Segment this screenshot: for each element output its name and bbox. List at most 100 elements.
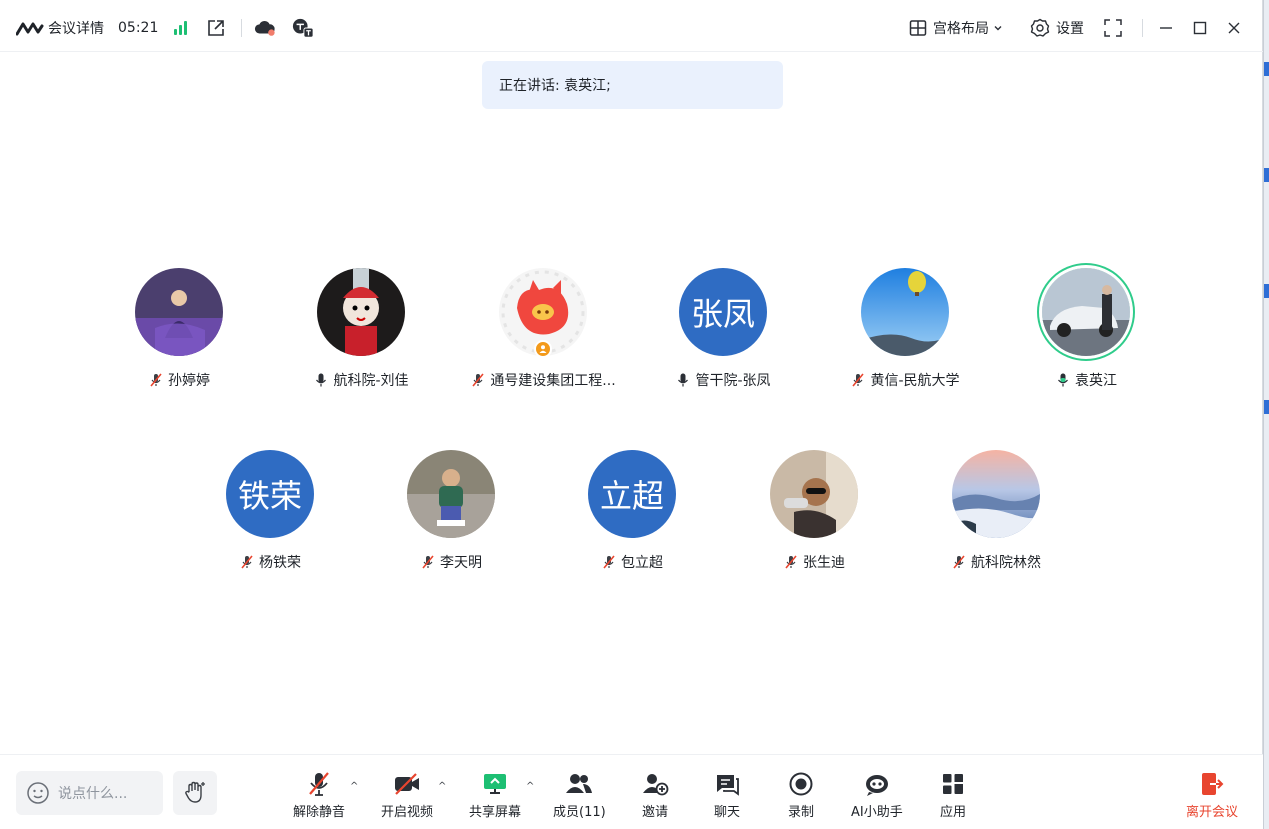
- mic-muted-icon: [603, 555, 615, 569]
- ai-assistant-icon: [865, 775, 888, 796]
- translate-icon[interactable]: [292, 17, 314, 39]
- start-video-button[interactable]: 开启视频: [381, 771, 433, 821]
- participant-tile[interactable]: 张生迪: [724, 450, 904, 590]
- apps-button[interactable]: 应用: [940, 771, 966, 821]
- participant-tile[interactable]: 孙婷婷: [89, 268, 269, 408]
- mic-muted-icon: [422, 555, 434, 569]
- ai-assistant-button[interactable]: AI小助手: [851, 771, 903, 821]
- participant-name: 黄信-民航大学: [870, 373, 960, 389]
- invite-icon: [643, 774, 669, 796]
- control-bar: 说点什么... 解除静音 ^ 开启视频 ^ 共享屏幕 ^ 成员(11) 邀请 聊…: [0, 754, 1263, 829]
- participant-tile[interactable]: 李天明: [361, 450, 541, 590]
- unmute-button[interactable]: 解除静音: [293, 771, 345, 821]
- invite-label: 邀请: [641, 805, 668, 820]
- avatar: [135, 268, 223, 356]
- participant-name: 管干院-张凤: [695, 373, 771, 389]
- host-badge-icon: [534, 340, 552, 358]
- chat-label: 聊天: [714, 805, 741, 820]
- share-screen-button[interactable]: 共享屏幕: [469, 771, 521, 821]
- active-speaker-banner: 正在讲话: 袁英江;: [482, 61, 783, 109]
- minimize-icon[interactable]: [1155, 17, 1177, 39]
- participant-name: 李天明: [440, 555, 482, 571]
- participant-label: 黄信-民航大学: [815, 370, 995, 390]
- avatar: [770, 450, 858, 538]
- unmute-label: 解除静音: [293, 805, 346, 820]
- meeting-timer: 05:21: [118, 20, 159, 36]
- participant-name: 杨铁荣: [259, 555, 301, 571]
- avatar: [1042, 268, 1130, 356]
- apps-grid-icon: [943, 774, 963, 794]
- meeting-details-button[interactable]: 会议详情: [48, 18, 104, 38]
- participant-tile[interactable]: 立超 包立超: [542, 450, 722, 590]
- participant-label: 航科院林然: [906, 552, 1086, 572]
- title-bar-left: 会议详情 05:21: [16, 16, 314, 40]
- avatar: [861, 268, 949, 356]
- invite-button[interactable]: 邀请: [641, 771, 669, 821]
- chevron-down-icon: [994, 26, 1002, 31]
- participant-tile[interactable]: 航科院-刘佳: [271, 268, 451, 408]
- popout-icon[interactable]: [205, 17, 227, 39]
- active-speaker-text: 正在讲话: 袁英江;: [499, 78, 611, 94]
- settings-label: 设置: [1056, 21, 1084, 37]
- divider: [241, 19, 243, 37]
- avatar: [407, 450, 495, 538]
- divider: [1142, 19, 1143, 37]
- participant-name: 通号建设集团工程...: [490, 373, 616, 389]
- participant-tile[interactable]: 通号建设集团工程...: [453, 268, 633, 408]
- start-video-label: 开启视频: [381, 805, 434, 820]
- record-button[interactable]: 录制: [788, 771, 814, 821]
- ai-assistant-label: AI小助手: [851, 805, 903, 820]
- mic-muted-icon: [472, 373, 484, 387]
- chat-button[interactable]: 聊天: [714, 771, 740, 821]
- mic-speaking-icon: [1058, 373, 1068, 387]
- participant-tile[interactable]: 黄信-民航大学: [815, 268, 995, 408]
- maximize-icon[interactable]: [1189, 17, 1211, 39]
- participant-label: 杨铁荣: [180, 552, 360, 572]
- share-options-caret-icon[interactable]: ^: [526, 781, 534, 792]
- avatar: 铁荣: [226, 450, 314, 538]
- participant-name: 包立超: [621, 555, 663, 571]
- mic-muted-icon: [241, 555, 253, 569]
- participant-tile[interactable]: 张凤 管干院-张凤: [633, 268, 813, 408]
- fullscreen-icon[interactable]: [1102, 17, 1124, 39]
- leave-meeting-button[interactable]: 离开会议: [1186, 771, 1238, 821]
- title-bar: 会议详情 05:21 宫格布局 设置: [0, 0, 1263, 52]
- leave-icon: [1202, 773, 1224, 795]
- members-button[interactable]: 成员(11): [553, 771, 606, 821]
- mic-muted-icon: [852, 373, 865, 387]
- title-bar-right: 宫格布局 设置: [909, 14, 1245, 42]
- raise-hand-button[interactable]: [173, 771, 217, 815]
- emoji-icon[interactable]: [26, 781, 50, 805]
- avatar: [952, 450, 1040, 538]
- settings-button[interactable]: 设置: [1030, 18, 1084, 38]
- mic-muted-icon: [309, 772, 329, 796]
- participant-name: 航科院林然: [971, 555, 1041, 571]
- participant-name: 航科院-刘佳: [333, 373, 409, 389]
- record-label: 录制: [788, 805, 815, 820]
- chat-icon: [717, 775, 739, 796]
- participant-tile[interactable]: 航科院林然: [906, 450, 1086, 590]
- mic-muted-icon: [150, 373, 162, 387]
- participant-name: 袁英江: [1075, 373, 1117, 389]
- video-options-caret-icon[interactable]: ^: [438, 781, 446, 792]
- audio-options-caret-icon[interactable]: ^: [350, 781, 358, 792]
- avatar: 张凤: [679, 268, 767, 356]
- participant-label: 航科院-刘佳: [271, 370, 451, 390]
- mic-icon: [316, 373, 327, 387]
- avatar: 立超: [588, 450, 676, 538]
- mic-muted-icon: [953, 555, 965, 569]
- app-logo-icon: [16, 22, 44, 36]
- participant-label: 管干院-张凤: [633, 370, 813, 390]
- camera-off-icon: [395, 773, 419, 795]
- quick-chat-input[interactable]: 说点什么...: [16, 771, 163, 815]
- participant-label: 袁英江: [996, 370, 1176, 390]
- participant-tile[interactable]: 袁英江: [996, 268, 1176, 408]
- participant-tile[interactable]: 铁荣 杨铁荣: [180, 450, 360, 590]
- participant-name: 孙婷婷: [168, 373, 210, 389]
- cloud-recording-icon[interactable]: [254, 17, 276, 39]
- background-app-edge: [1263, 0, 1269, 829]
- apps-label: 应用: [940, 805, 967, 820]
- mic-muted-icon: [785, 555, 797, 569]
- close-icon[interactable]: [1223, 17, 1245, 39]
- layout-dropdown[interactable]: 宫格布局: [909, 18, 1010, 38]
